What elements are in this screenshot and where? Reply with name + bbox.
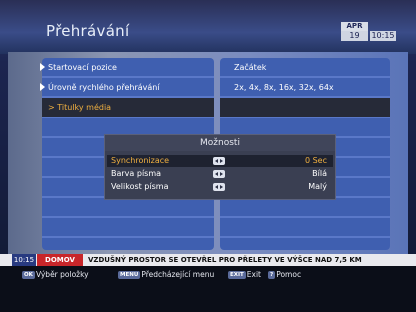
date-day: 19 bbox=[341, 31, 368, 41]
value-label: 2x, 4x, 8x, 16x, 32x, 64x bbox=[234, 83, 334, 92]
tv-screen: Přehrávání APR 19 10:15 Startovací pozic… bbox=[0, 0, 416, 312]
menu-key-icon: MENU bbox=[118, 271, 141, 279]
options-popup: Možnosti Synchronizace 0 Sec Barva písma… bbox=[104, 134, 336, 200]
menu-item-label: Startovací pozice bbox=[48, 63, 117, 72]
help-label: Pomoc bbox=[276, 270, 302, 279]
left-right-arrows-icon[interactable] bbox=[213, 183, 225, 191]
page-title: Přehrávání bbox=[46, 22, 130, 40]
option-font-color[interactable]: Barva písma Bílá bbox=[107, 168, 333, 180]
left-right-arrows-icon[interactable] bbox=[213, 157, 225, 165]
ticker-time: 10:15 bbox=[12, 254, 36, 266]
option-value: Malý bbox=[308, 182, 327, 191]
date-month: APR bbox=[341, 22, 368, 31]
exit-key-icon: EXIT bbox=[228, 271, 246, 279]
menu-item-start-position[interactable]: Startovací pozice bbox=[40, 58, 214, 77]
value-start-position[interactable]: Začátek bbox=[220, 58, 390, 77]
ticker-tag: DOMOV bbox=[37, 254, 83, 266]
option-sync[interactable]: Synchronizace 0 Sec bbox=[107, 155, 333, 167]
menu-item-label: > Titulky média bbox=[48, 103, 112, 112]
option-label: Velikost písma bbox=[111, 182, 169, 191]
menu-item-label: Úrovně rychlého přehrávání bbox=[48, 83, 160, 92]
news-ticker: 10:15 DOMOV VZDUŠNÝ PROSTOR SE OTEVŘEL P… bbox=[0, 254, 416, 266]
help-menu: MENU Předcházející menu bbox=[118, 269, 214, 281]
menu-item-media-subtitles[interactable]: > Titulky média bbox=[42, 98, 214, 117]
ticker-text: VZDUŠNÝ PROSTOR SE OTEVŘEL PRO PŘELETY V… bbox=[88, 256, 362, 264]
ok-key-icon: OK bbox=[22, 271, 35, 279]
value-fast-play-levels[interactable]: 2x, 4x, 8x, 16x, 32x, 64x bbox=[220, 78, 390, 97]
arrow-right-icon bbox=[40, 83, 45, 91]
help-label: Předcházející menu bbox=[141, 270, 215, 279]
clock-time: 10:15 bbox=[370, 31, 396, 41]
option-font-size[interactable]: Velikost písma Malý bbox=[107, 181, 333, 193]
menu-item-fast-play-levels[interactable]: Úrovně rychlého přehrávání bbox=[40, 78, 214, 97]
help-label: Výběr položky bbox=[35, 270, 89, 279]
help-bar: OK Výběr položky MENU Předcházející menu E… bbox=[0, 266, 416, 312]
popup-title: Možnosti bbox=[105, 135, 335, 151]
option-value: 0 Sec bbox=[304, 156, 327, 165]
help-label: Exit bbox=[246, 270, 261, 279]
help-help: ? Pomoc bbox=[268, 269, 301, 281]
left-right-arrows-icon[interactable] bbox=[213, 170, 225, 178]
help-exit: EXIT Exit bbox=[228, 269, 261, 281]
help-ok: OK Výběr položky bbox=[22, 269, 89, 281]
arrow-right-icon bbox=[40, 63, 45, 71]
option-label: Barva písma bbox=[111, 169, 162, 178]
date-time-box: APR 19 10:15 bbox=[341, 22, 397, 41]
value-label: Začátek bbox=[234, 63, 267, 72]
option-label: Synchronizace bbox=[111, 156, 170, 165]
help-key-icon: ? bbox=[268, 271, 276, 279]
option-value: Bílá bbox=[312, 169, 327, 178]
header-bar: Přehrávání APR 19 10:15 bbox=[0, 0, 416, 54]
value-media-subtitles[interactable] bbox=[220, 98, 390, 117]
